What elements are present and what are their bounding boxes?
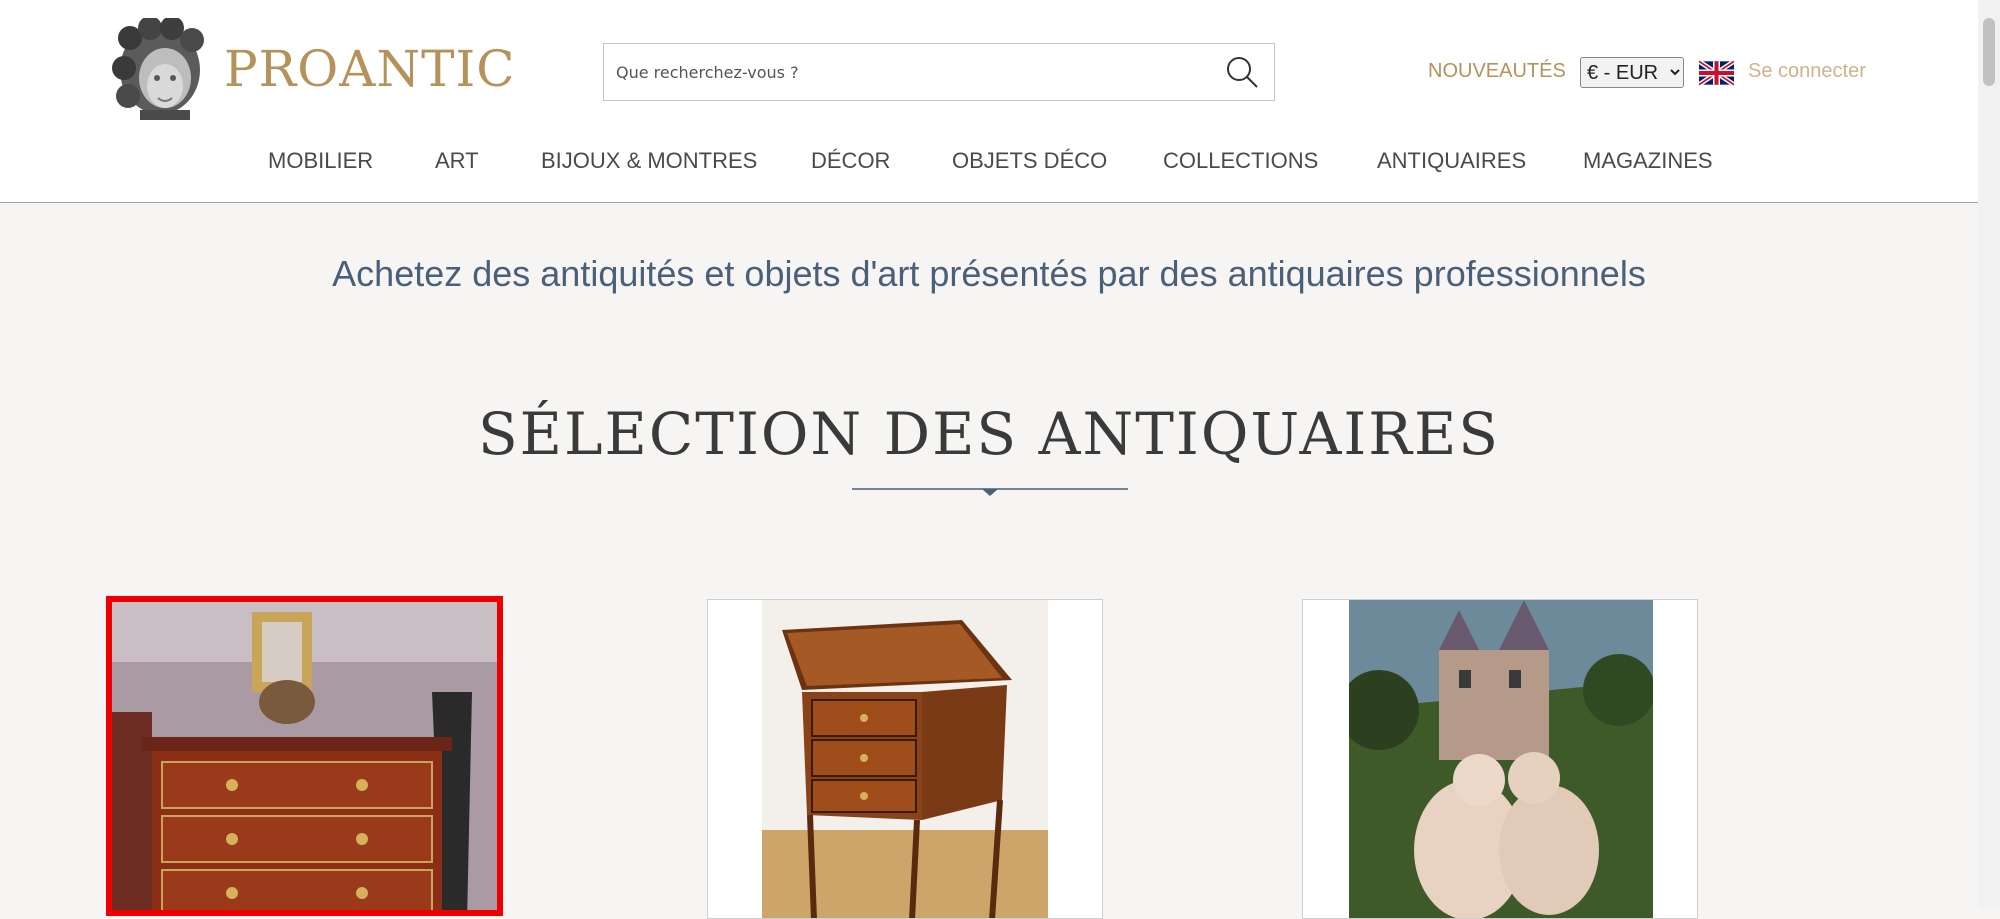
product-image-painting (1349, 600, 1653, 918)
search-input[interactable] (614, 44, 1198, 100)
currency-select[interactable]: € - EUR (1580, 57, 1684, 88)
main-nav: MOBILIER ART BIJOUX & MONTRES DÉCOR OBJE… (0, 148, 1978, 180)
nav-item-collections[interactable]: COLLECTIONS (1163, 148, 1318, 174)
site-header: PROANTIC NOUVEAUTÉS € - EUR Se connecter… (0, 0, 1978, 203)
page-scrollbar[interactable] (1978, 0, 2000, 908)
search-box (603, 43, 1275, 101)
product-card-commode[interactable] (106, 596, 503, 916)
nav-item-bijoux-montres[interactable]: BIJOUX & MONTRES (541, 148, 757, 174)
product-image-table (762, 600, 1048, 918)
nav-item-mobilier[interactable]: MOBILIER (268, 148, 373, 174)
uk-flag-icon[interactable] (1699, 60, 1734, 86)
nav-item-antiquaires[interactable]: ANTIQUAIRES (1377, 148, 1526, 174)
nav-item-decor[interactable]: DÉCOR (811, 148, 890, 174)
nav-item-art[interactable]: ART (435, 148, 479, 174)
nouveautes-link[interactable]: NOUVEAUTÉS (1428, 60, 1566, 83)
logo-head-icon (112, 18, 204, 120)
logo-text[interactable]: PROANTIC (224, 40, 516, 98)
section-title: SÉLECTION DES ANTIQUAIRES (477, 400, 1501, 468)
login-link[interactable]: Se connecter (1748, 60, 1866, 83)
title-divider (852, 488, 1128, 496)
product-image-commode (112, 602, 497, 910)
scrollbar-thumb[interactable] (1983, 18, 1995, 86)
nav-item-objets-deco[interactable]: OBJETS DÉCO (952, 148, 1107, 174)
product-card-table[interactable] (707, 599, 1103, 919)
search-icon[interactable] (1224, 54, 1260, 90)
tagline: Achetez des antiquités et objets d'art p… (332, 253, 1646, 294)
product-card-painting[interactable] (1302, 599, 1698, 919)
nav-item-magazines[interactable]: MAGAZINES (1583, 148, 1713, 174)
